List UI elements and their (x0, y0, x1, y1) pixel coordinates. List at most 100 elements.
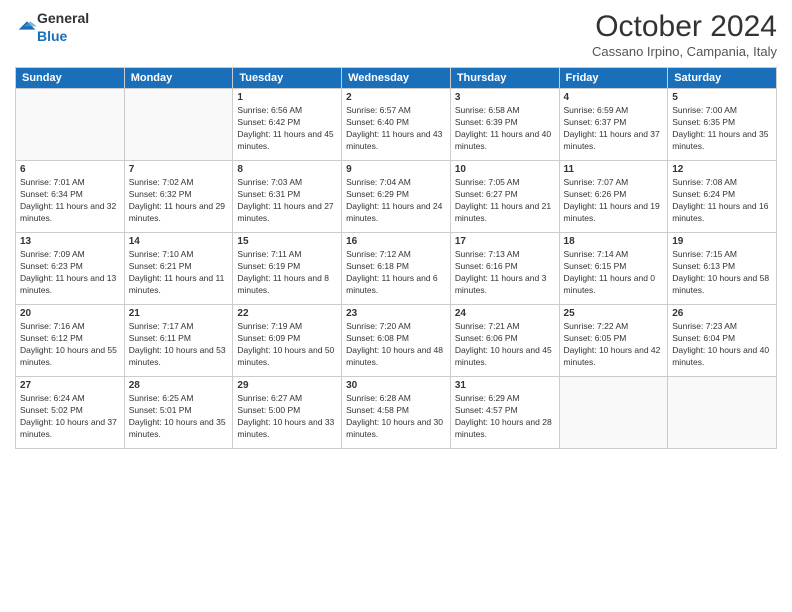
cell-w3-d5: 17 Sunrise: 7:13 AM Sunset: 6:16 PM Dayli… (450, 233, 559, 305)
day-number: 18 (564, 236, 664, 247)
day-number: 7 (129, 164, 229, 175)
cell-w2-d1: 6Sunrise: 7:01 AM Sunset: 6:34 PM Daylig… (16, 161, 125, 233)
cell-w1-d4: 2 Sunrise: 6:57 AM Sunset: 6:40 PM Daylig… (342, 89, 451, 161)
day-info: Sunrise: 6:58 AM Sunset: 6:39 PM Dayligh… (455, 105, 555, 153)
day-info: Sunrise: 6:24 AM Sunset: 5:02 PM Dayligh… (20, 393, 120, 441)
cell-w4-d3: 22 Sunrise: 7:19 AM Sunset: 6:09 PM Dayli… (233, 305, 342, 377)
logo-blue: Blue (37, 28, 67, 44)
title-block: October 2024 Cassano Irpino, Campania, I… (592, 10, 777, 59)
day-info: Sunrise: 6:59 AM Sunset: 6:37 PM Dayligh… (564, 105, 664, 153)
cell-w2-d5: 10 Sunrise: 7:05 AM Sunset: 6:27 PM Dayli… (450, 161, 559, 233)
day-number: 21 (129, 308, 229, 319)
day-number: 10 (455, 164, 555, 175)
day-info: Sunrise: 7:10 AM Sunset: 6:21 PM Dayligh… (129, 249, 229, 297)
day-number: 30 (346, 380, 446, 391)
day-number: 17 (455, 236, 555, 247)
cell-w5-d1: 27 Sunrise: 6:24 AM Sunset: 5:02 PM Dayli… (16, 377, 125, 449)
month-year-title: October 2024 (592, 10, 777, 44)
day-number: 8 (237, 164, 337, 175)
day-info: Sunrise: 7:15 AM Sunset: 6:13 PM Dayligh… (672, 249, 772, 297)
header: General Blue October 2024 Cassano Irpino… (15, 10, 777, 59)
day-info: Sunrise: 6:27 AM Sunset: 5:00 PM Dayligh… (237, 393, 337, 441)
cell-w4-d2: 21 Sunrise: 7:17 AM Sunset: 6:11 PM Dayli… (124, 305, 233, 377)
col-thursday: Thursday (450, 68, 559, 89)
day-number: 27 (20, 380, 120, 391)
cell-w1-d6: 4 Sunrise: 6:59 AM Sunset: 6:37 PM Daylig… (559, 89, 668, 161)
day-number: 14 (129, 236, 229, 247)
cell-w2-d2: 7 Sunrise: 7:02 AM Sunset: 6:32 PM Daylig… (124, 161, 233, 233)
cell-w1-d5: 3Sunrise: 6:58 AM Sunset: 6:39 PM Daylig… (450, 89, 559, 161)
calendar-table: Sunday Monday Tuesday Wednesday Thursday… (15, 67, 777, 449)
cell-w2-d4: 9 Sunrise: 7:04 AM Sunset: 6:29 PM Daylig… (342, 161, 451, 233)
cell-w1-d3: 1Sunrise: 6:56 AM Sunset: 6:42 PM Daylig… (233, 89, 342, 161)
logo: General Blue (15, 10, 89, 46)
day-info: Sunrise: 7:17 AM Sunset: 6:11 PM Dayligh… (129, 321, 229, 369)
day-info: Sunrise: 7:14 AM Sunset: 6:15 PM Dayligh… (564, 249, 664, 297)
week-row-3: 13 Sunrise: 7:09 AM Sunset: 6:23 PM Dayli… (16, 233, 777, 305)
day-number: 28 (129, 380, 229, 391)
cell-w4-d5: 24Sunrise: 7:21 AM Sunset: 6:06 PM Dayli… (450, 305, 559, 377)
day-number: 16 (346, 236, 446, 247)
cell-w5-d3: 29 Sunrise: 6:27 AM Sunset: 5:00 PM Dayli… (233, 377, 342, 449)
day-info: Sunrise: 7:05 AM Sunset: 6:27 PM Dayligh… (455, 177, 555, 225)
day-number: 11 (564, 164, 664, 175)
cell-w3-d4: 16 Sunrise: 7:12 AM Sunset: 6:18 PM Dayli… (342, 233, 451, 305)
day-info: Sunrise: 6:57 AM Sunset: 6:40 PM Dayligh… (346, 105, 446, 153)
day-info: Sunrise: 7:12 AM Sunset: 6:18 PM Dayligh… (346, 249, 446, 297)
day-number: 20 (20, 308, 120, 319)
day-info: Sunrise: 6:56 AM Sunset: 6:42 PM Dayligh… (237, 105, 337, 153)
cell-w4-d1: 20 Sunrise: 7:16 AM Sunset: 6:12 PM Dayli… (16, 305, 125, 377)
col-friday: Friday (559, 68, 668, 89)
day-info: Sunrise: 7:11 AM Sunset: 6:19 PM Dayligh… (237, 249, 337, 297)
day-info: Sunrise: 7:09 AM Sunset: 6:23 PM Dayligh… (20, 249, 120, 297)
day-info: Sunrise: 6:28 AM Sunset: 4:58 PM Dayligh… (346, 393, 446, 441)
day-info: Sunrise: 7:03 AM Sunset: 6:31 PM Dayligh… (237, 177, 337, 225)
cell-w1-d2 (124, 89, 233, 161)
cell-w2-d6: 11 Sunrise: 7:07 AM Sunset: 6:26 PM Dayli… (559, 161, 668, 233)
day-number: 15 (237, 236, 337, 247)
week-row-1: 1Sunrise: 6:56 AM Sunset: 6:42 PM Daylig… (16, 89, 777, 161)
cell-w5-d4: 30 Sunrise: 6:28 AM Sunset: 4:58 PM Dayli… (342, 377, 451, 449)
day-info: Sunrise: 7:02 AM Sunset: 6:32 PM Dayligh… (129, 177, 229, 225)
cell-w2-d7: 12Sunrise: 7:08 AM Sunset: 6:24 PM Dayli… (668, 161, 777, 233)
cell-w5-d6 (559, 377, 668, 449)
day-number: 25 (564, 308, 664, 319)
col-sunday: Sunday (16, 68, 125, 89)
day-info: Sunrise: 7:08 AM Sunset: 6:24 PM Dayligh… (672, 177, 772, 225)
cell-w4-d7: 26 Sunrise: 7:23 AM Sunset: 6:04 PM Dayli… (668, 305, 777, 377)
cell-w3-d1: 13 Sunrise: 7:09 AM Sunset: 6:23 PM Dayli… (16, 233, 125, 305)
cell-w1-d7: 5Sunrise: 7:00 AM Sunset: 6:35 PM Daylig… (668, 89, 777, 161)
day-number: 13 (20, 236, 120, 247)
day-info: Sunrise: 7:13 AM Sunset: 6:16 PM Dayligh… (455, 249, 555, 297)
day-info: Sunrise: 6:29 AM Sunset: 4:57 PM Dayligh… (455, 393, 555, 441)
day-number: 2 (346, 92, 446, 103)
day-number: 4 (564, 92, 664, 103)
day-number: 19 (672, 236, 772, 247)
cell-w2-d3: 8 Sunrise: 7:03 AM Sunset: 6:31 PM Daylig… (233, 161, 342, 233)
day-info: Sunrise: 7:07 AM Sunset: 6:26 PM Dayligh… (564, 177, 664, 225)
day-info: Sunrise: 7:01 AM Sunset: 6:34 PM Dayligh… (20, 177, 120, 225)
day-info: Sunrise: 7:23 AM Sunset: 6:04 PM Dayligh… (672, 321, 772, 369)
logo-general: General (37, 10, 89, 26)
cell-w3-d7: 19 Sunrise: 7:15 AM Sunset: 6:13 PM Dayli… (668, 233, 777, 305)
cell-w3-d6: 18 Sunrise: 7:14 AM Sunset: 6:15 PM Dayli… (559, 233, 668, 305)
cell-w5-d7 (668, 377, 777, 449)
cell-w5-d5: 31 Sunrise: 6:29 AM Sunset: 4:57 PM Dayli… (450, 377, 559, 449)
day-info: Sunrise: 7:04 AM Sunset: 6:29 PM Dayligh… (346, 177, 446, 225)
day-number: 26 (672, 308, 772, 319)
day-info: Sunrise: 7:19 AM Sunset: 6:09 PM Dayligh… (237, 321, 337, 369)
header-row: Sunday Monday Tuesday Wednesday Thursday… (16, 68, 777, 89)
day-number: 5 (672, 92, 772, 103)
day-number: 9 (346, 164, 446, 175)
col-wednesday: Wednesday (342, 68, 451, 89)
location-subtitle: Cassano Irpino, Campania, Italy (592, 44, 777, 59)
day-info: Sunrise: 7:21 AM Sunset: 6:06 PM Dayligh… (455, 321, 555, 369)
col-monday: Monday (124, 68, 233, 89)
day-info: Sunrise: 7:16 AM Sunset: 6:12 PM Dayligh… (20, 321, 120, 369)
day-number: 31 (455, 380, 555, 391)
col-tuesday: Tuesday (233, 68, 342, 89)
day-number: 29 (237, 380, 337, 391)
day-number: 22 (237, 308, 337, 319)
page: General Blue October 2024 Cassano Irpino… (0, 0, 792, 612)
logo-icon (17, 18, 37, 38)
